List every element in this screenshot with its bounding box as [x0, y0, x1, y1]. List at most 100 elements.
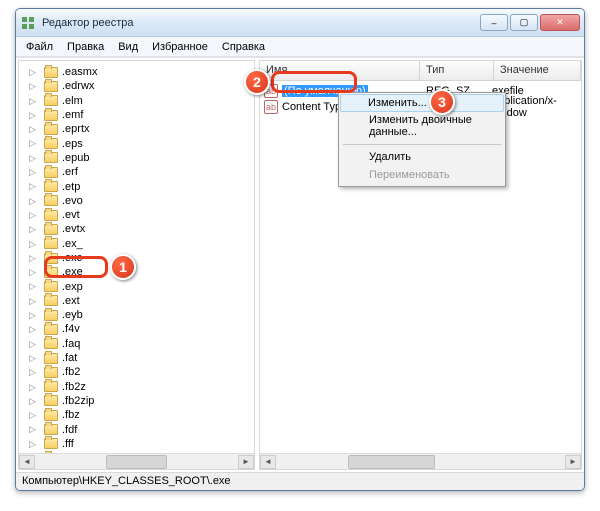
scroll-thumb[interactable] [106, 455, 167, 469]
scroll-right-icon[interactable]: ► [565, 455, 581, 469]
expand-icon[interactable]: ▷ [29, 268, 38, 277]
tree-node[interactable]: ▷.f4v [23, 322, 254, 336]
expand-icon[interactable]: ▷ [29, 340, 38, 349]
menu-view[interactable]: Вид [112, 39, 144, 55]
scroll-thumb[interactable] [348, 455, 435, 469]
ctx-rename[interactable]: Переименовать [341, 166, 503, 184]
tree-node[interactable]: ▷.erf [23, 165, 254, 179]
expand-icon[interactable]: ▷ [29, 97, 38, 106]
folder-icon [44, 253, 58, 264]
tree-node[interactable]: ▷ .elm [23, 94, 254, 108]
expand-icon[interactable]: ▷ [29, 139, 38, 148]
expand-icon[interactable]: ▷ [29, 440, 38, 449]
ctx-modify[interactable]: Изменить... [340, 94, 504, 112]
tree-node[interactable]: ▷ .eps [23, 136, 254, 150]
folder-icon [44, 224, 58, 235]
expand-icon[interactable]: ▷ [29, 325, 38, 334]
tree-label: .evt [62, 209, 80, 221]
expand-icon[interactable]: ▷ [29, 368, 38, 377]
scroll-right-icon[interactable]: ► [238, 455, 254, 469]
tree-node[interactable]: ▷.easmx [23, 65, 254, 79]
list-header: Имя Тип Значение [260, 61, 581, 81]
menu-favorites[interactable]: Избранное [146, 39, 214, 55]
tree-node[interactable]: ▷.ex_ [23, 237, 254, 251]
menu-file[interactable]: Файл [20, 39, 59, 55]
expand-icon[interactable]: ▷ [29, 111, 38, 120]
folder-icon [44, 167, 58, 178]
tree-node[interactable]: ▷.evo [23, 194, 254, 208]
tree-node[interactable]: ▷ .evtx [23, 222, 254, 236]
tree-node[interactable]: ▷.eyb [23, 308, 254, 322]
titlebar[interactable]: Редактор реестра – ▢ ✕ [16, 9, 584, 37]
col-name[interactable]: Имя [260, 61, 420, 80]
expand-icon[interactable]: ▷ [29, 225, 38, 234]
col-value[interactable]: Значение [494, 61, 581, 80]
minimize-button[interactable]: – [480, 14, 508, 31]
ctx-modify-binary[interactable]: Изменить двоичные данные... [341, 111, 503, 141]
tree-label: .exc [62, 252, 82, 264]
close-button[interactable]: ✕ [540, 14, 580, 31]
expand-icon[interactable]: ▷ [29, 82, 38, 91]
col-type[interactable]: Тип [420, 61, 494, 80]
menu-edit[interactable]: Правка [61, 39, 110, 55]
tree-node[interactable]: ▷.fb2z [23, 380, 254, 394]
expand-icon[interactable]: ▷ [29, 383, 38, 392]
menu-help[interactable]: Справка [216, 39, 271, 55]
scroll-left-icon[interactable]: ◄ [260, 455, 276, 469]
tree-node[interactable]: ▷.edrwx [23, 79, 254, 93]
tree-label: .evtx [62, 223, 85, 235]
tree-node[interactable]: ▷ .emf [23, 108, 254, 122]
expand-icon[interactable]: ▷ [29, 197, 38, 206]
expand-icon[interactable]: ▷ [29, 411, 38, 420]
tree-node[interactable]: ▷ .fb2zip [23, 394, 254, 408]
expand-icon[interactable]: ▷ [29, 240, 38, 249]
tree-label: .fb2zip [62, 395, 94, 407]
expand-icon[interactable]: ▷ [29, 125, 38, 134]
folder-icon [44, 81, 58, 92]
expand-icon[interactable]: ▷ [29, 354, 38, 363]
tree-node[interactable]: ▷.epub [23, 151, 254, 165]
tree-label: .eprtx [62, 123, 90, 135]
folder-icon [44, 310, 58, 321]
expand-icon[interactable]: ▷ [29, 282, 38, 291]
tree-node[interactable]: ▷ .fdf [23, 422, 254, 436]
expand-icon[interactable]: ▷ [29, 397, 38, 406]
tree-node[interactable]: ▷.fat [23, 351, 254, 365]
expand-icon[interactable]: ▷ [29, 297, 38, 306]
tree-node[interactable]: ▷ .exc [23, 251, 254, 265]
tree-scrollbar[interactable]: ◄ ► [19, 453, 254, 469]
tree-body[interactable]: ▷.easmx▷.edrwx▷.elm▷.emf▷.eprtx▷.eps▷.ep… [19, 61, 254, 470]
tree-node[interactable]: ▷.ext [23, 294, 254, 308]
list-scrollbar[interactable]: ◄ ► [260, 453, 581, 469]
scroll-left-icon[interactable]: ◄ [19, 455, 35, 469]
tree-node[interactable]: ▷.exe [23, 265, 254, 279]
expand-icon[interactable]: ▷ [29, 425, 38, 434]
tree-pane: ▷.easmx▷.edrwx▷.elm▷.emf▷.eprtx▷.eps▷.ep… [18, 60, 255, 470]
tree-node[interactable]: ▷.fff [23, 437, 254, 451]
folder-icon [44, 410, 58, 421]
tree-node[interactable]: ▷ .eprtx [23, 122, 254, 136]
tree-label: .faq [62, 338, 80, 350]
tree-label: .emf [62, 109, 83, 121]
expand-icon[interactable]: ▷ [29, 154, 38, 163]
tree-label: .fdf [62, 424, 77, 436]
tree-node[interactable]: ▷ .evt [23, 208, 254, 222]
tree-node[interactable]: ▷.exp [23, 279, 254, 293]
expand-icon[interactable]: ▷ [29, 68, 38, 77]
context-menu: Изменить... Изменить двоичные данные... … [338, 92, 506, 187]
tree-node[interactable]: ▷.etp [23, 179, 254, 193]
expand-icon[interactable]: ▷ [29, 182, 38, 191]
folder-icon [44, 295, 58, 306]
folder-icon [44, 110, 58, 121]
tree-label: .eps [62, 138, 83, 150]
tree-node[interactable]: ▷ .faq [23, 337, 254, 351]
tree-node[interactable]: ▷.fbz [23, 408, 254, 422]
expand-icon[interactable]: ▷ [29, 211, 38, 220]
tree-node[interactable]: ▷.fb2 [23, 365, 254, 379]
expand-icon[interactable]: ▷ [29, 311, 38, 320]
expand-icon[interactable]: ▷ [29, 254, 38, 263]
expand-icon[interactable]: ▷ [29, 168, 38, 177]
tree-label: .elm [62, 95, 83, 107]
maximize-button[interactable]: ▢ [510, 14, 538, 31]
ctx-delete[interactable]: Удалить [341, 148, 503, 166]
